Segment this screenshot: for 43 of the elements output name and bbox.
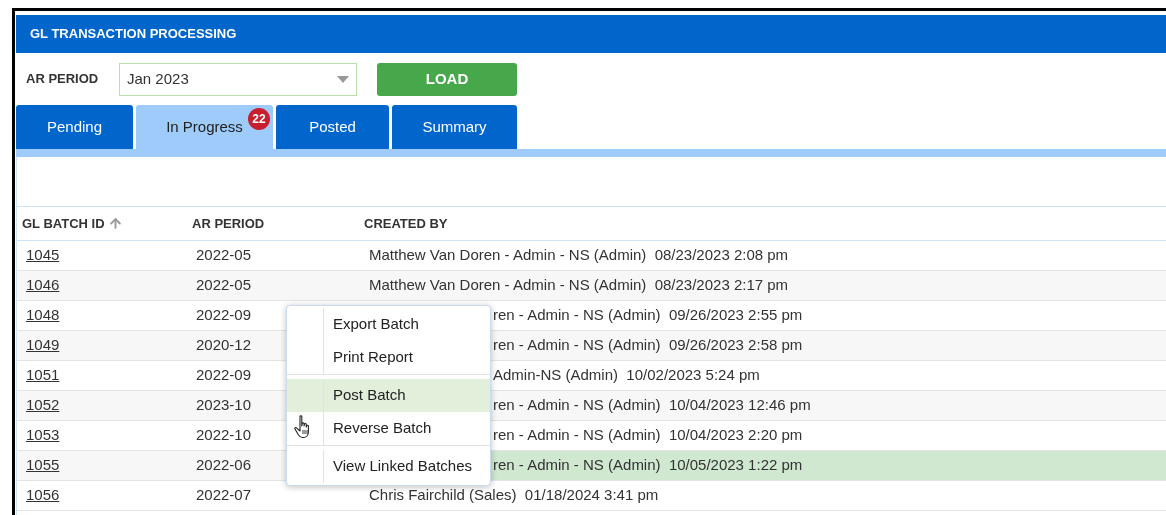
period-cell: 2022-07 xyxy=(196,486,252,504)
tab[interactable]: Posted xyxy=(276,105,389,149)
period-cell: 2022-09 xyxy=(196,306,252,324)
batch-link[interactable]: 1045 xyxy=(26,246,60,264)
column-header[interactable]: GL BATCH ID xyxy=(22,213,105,234)
period-cell: 2022-05 xyxy=(196,246,252,264)
column-header[interactable]: CREATED BY xyxy=(364,213,448,234)
batch-link[interactable]: 1053 xyxy=(26,426,60,444)
menu-item[interactable]: Post Batch xyxy=(287,379,490,412)
batch-link[interactable]: 1046 xyxy=(26,276,60,294)
batch-link[interactable]: 1049 xyxy=(26,336,60,354)
period-cell: 2022-06 xyxy=(196,456,252,474)
created-by-cell-text: Chris Fairchild (Sales) 01/18/2024 3:41 pm xyxy=(369,485,659,506)
tab[interactable]: Summary xyxy=(392,105,517,149)
created-by-cell-text: Admin-NS (Admin) 10/02/2023 5:24 pm xyxy=(493,365,760,386)
created-by-cell-text: ren - Admin - NS (Admin) 10/04/2023 12:46 pm xyxy=(493,395,811,416)
created-by-cell-text: ren - Admin - NS (Admin) 10/04/2023 2:20 pm xyxy=(493,425,803,446)
period-cell: 2022-05 xyxy=(196,276,252,294)
batch-link[interactable]: 1056 xyxy=(26,486,60,504)
created-by-cell-text: Matthew Van Doren - Admin - NS (Admin) 08/23/2023 2:08 pm xyxy=(369,245,789,266)
tab[interactable]: In Progress 22 xyxy=(136,105,273,149)
batch-link[interactable]: 1055 xyxy=(26,456,60,474)
period-cell: 2023-10 xyxy=(196,396,252,414)
period-cell: 2022-10 xyxy=(196,426,252,444)
created-by-cell-text: ren - Admin - NS (Admin) 09/26/2023 2:55 pm xyxy=(493,305,803,326)
period-cell: 2022-09 xyxy=(196,366,252,384)
menu-item[interactable]: View Linked Batches xyxy=(287,450,490,483)
created-by-cell-text: ren - Admin - NS (Admin) 09/26/2023 2:58 pm xyxy=(493,335,803,356)
batch-link[interactable]: 1051 xyxy=(26,366,60,384)
window-title: GL TRANSACTION PROCESSING xyxy=(30,25,237,44)
batch-link[interactable]: 1052 xyxy=(26,396,60,414)
count-badge: 22 xyxy=(248,108,270,130)
batch-link[interactable]: 1048 xyxy=(26,306,60,324)
menu-item[interactable]: Print Report xyxy=(287,341,490,374)
period-cell: 2020-12 xyxy=(196,336,252,354)
created-by-cell-text: Matthew Van Doren - Admin - NS (Admin) 08/23/2023 2:17 pm xyxy=(369,275,789,296)
period-dropdown[interactable]: Jan 2023 xyxy=(119,62,357,96)
tab[interactable]: Pending xyxy=(16,105,133,149)
column-header[interactable]: AR PERIOD xyxy=(192,213,265,234)
created-by-cell-text: ren - Admin - NS (Admin) 10/05/2023 1:22 pm xyxy=(493,455,803,476)
period-label: AR PERIOD xyxy=(26,70,100,89)
dropdown-caret-icon xyxy=(337,75,349,83)
menu-item[interactable]: Export Batch xyxy=(287,308,490,341)
